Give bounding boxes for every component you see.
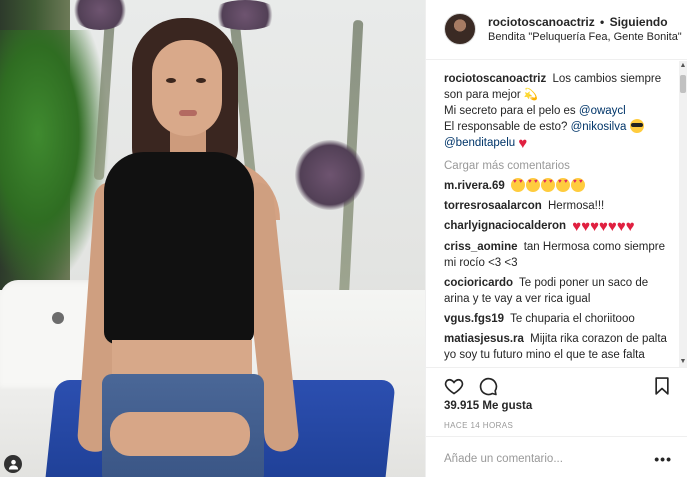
comment-text: Hermosa!!! bbox=[548, 200, 605, 212]
photo-bench-bolt bbox=[52, 312, 64, 324]
caption-username-link[interactable]: rociotoscanoactriz bbox=[444, 73, 546, 85]
post-header: rociotoscanoactriz • Siguiendo Bendita "… bbox=[426, 0, 687, 60]
comment-text: Te chuparia el choriitooo bbox=[510, 313, 635, 325]
heart-eyes-emoji-icon bbox=[555, 178, 570, 192]
photo-eye bbox=[166, 78, 176, 83]
heart-eyes-emoji-icon bbox=[525, 178, 540, 192]
comments-list[interactable]: rociotoscanoactriz Los cambios siempre s… bbox=[426, 61, 687, 367]
comment-item: vgus.fgs19 Te chuparia el choriitooo bbox=[444, 311, 670, 327]
photo-lips bbox=[179, 110, 197, 116]
author-username-link[interactable]: rociotoscanoactriz bbox=[488, 15, 595, 29]
comment-username-link[interactable]: charlyignaciocalderon bbox=[444, 220, 566, 232]
photo-black-top bbox=[104, 152, 254, 344]
bookmark-icon[interactable] bbox=[652, 376, 672, 396]
heart-eyes-emoji-icon bbox=[540, 178, 555, 192]
comment-username-link[interactable]: criss_aomine bbox=[444, 241, 518, 253]
mention-link-nikosilva[interactable]: @nikosilva bbox=[571, 121, 627, 133]
comment-item: cocioricardo Te podi poner un saco de ar… bbox=[444, 275, 670, 307]
comment-username-link[interactable]: matiasjesus.ra bbox=[444, 333, 524, 345]
scroll-up-arrow-icon[interactable]: ▲ bbox=[679, 61, 687, 71]
scroll-down-arrow-icon[interactable]: ▼ bbox=[679, 357, 687, 367]
comment-username-link[interactable]: torresrosaalarcon bbox=[444, 200, 542, 212]
post-side-panel: rociotoscanoactriz • Siguiendo Bendita "… bbox=[425, 0, 687, 477]
comments-scrollbar[interactable]: ▲ ▼ bbox=[679, 61, 687, 367]
likes-count-button[interactable]: 39.915 Me gusta bbox=[444, 400, 532, 412]
location-link[interactable]: Bendita "Peluquería Fea, Gente Bonita" bbox=[488, 30, 682, 44]
red-heart-emoji-icon: ♥♥♥♥♥♥♥ bbox=[572, 218, 635, 235]
heart-outline-icon[interactable] bbox=[444, 376, 464, 396]
heart-eyes-emoji-icon bbox=[570, 178, 585, 192]
post-header-text: rociotoscanoactriz • Siguiendo Bendita "… bbox=[488, 13, 682, 59]
comment-username-link[interactable]: m.rivera.69 bbox=[444, 180, 505, 192]
photo-eye bbox=[196, 78, 206, 83]
comment-item: m.rivera.69 bbox=[444, 178, 670, 194]
red-heart-emoji-icon: ♥ bbox=[518, 135, 528, 152]
comment-username-link[interactable]: cocioricardo bbox=[444, 277, 513, 289]
add-comment-input[interactable] bbox=[444, 453, 644, 465]
post-photo[interactable] bbox=[0, 0, 425, 477]
instagram-post: rociotoscanoactriz • Siguiendo Bendita "… bbox=[0, 0, 687, 477]
caption: rociotoscanoactriz Los cambios siempre s… bbox=[444, 71, 670, 152]
heart-eyes-emoji-icon bbox=[510, 178, 525, 192]
avatar[interactable] bbox=[444, 13, 476, 45]
mention-link-owaycl[interactable]: @owaycl bbox=[579, 105, 626, 117]
comment-item: matiasjesus.ra Mijita rika corazon de pa… bbox=[444, 331, 670, 363]
person-tag-icon[interactable] bbox=[4, 455, 22, 473]
comment-item: criss_aomine tan Hermosa como siempre mi… bbox=[444, 239, 670, 271]
scrollbar-thumb[interactable] bbox=[680, 75, 686, 93]
following-button[interactable]: Siguiendo bbox=[610, 15, 668, 29]
comment-item: charlyignaciocalderon ♥♥♥♥♥♥♥ bbox=[444, 218, 670, 235]
photo-flower bbox=[295, 140, 365, 210]
add-comment-bar: ••• bbox=[426, 436, 687, 477]
dizzy-emoji-icon: 💫 bbox=[523, 89, 539, 101]
load-more-comments-button[interactable]: Cargar más comentarios bbox=[444, 158, 670, 174]
sunglasses-emoji-icon bbox=[629, 119, 644, 133]
post-timestamp[interactable]: HACE 14 HORAS bbox=[444, 421, 513, 430]
comment-item: torresrosaalarcon Hermosa!!! bbox=[444, 198, 670, 214]
header-separator: • bbox=[600, 15, 605, 29]
more-options-icon[interactable]: ••• bbox=[654, 451, 672, 467]
speech-bubble-icon[interactable] bbox=[478, 376, 498, 396]
mention-link-benditapelu[interactable]: @benditapelu bbox=[444, 137, 515, 149]
post-header-line: rociotoscanoactriz • Siguiendo bbox=[488, 15, 682, 30]
photo-hands bbox=[110, 412, 250, 456]
photo-person bbox=[76, 12, 301, 477]
comment-username-link[interactable]: vgus.fgs19 bbox=[444, 313, 504, 325]
caption-line-3: El responsable de esto? bbox=[444, 121, 568, 133]
post-actions bbox=[426, 367, 687, 401]
caption-line-2: Mi secreto para el pelo es bbox=[444, 105, 576, 117]
photo-face bbox=[152, 40, 222, 136]
